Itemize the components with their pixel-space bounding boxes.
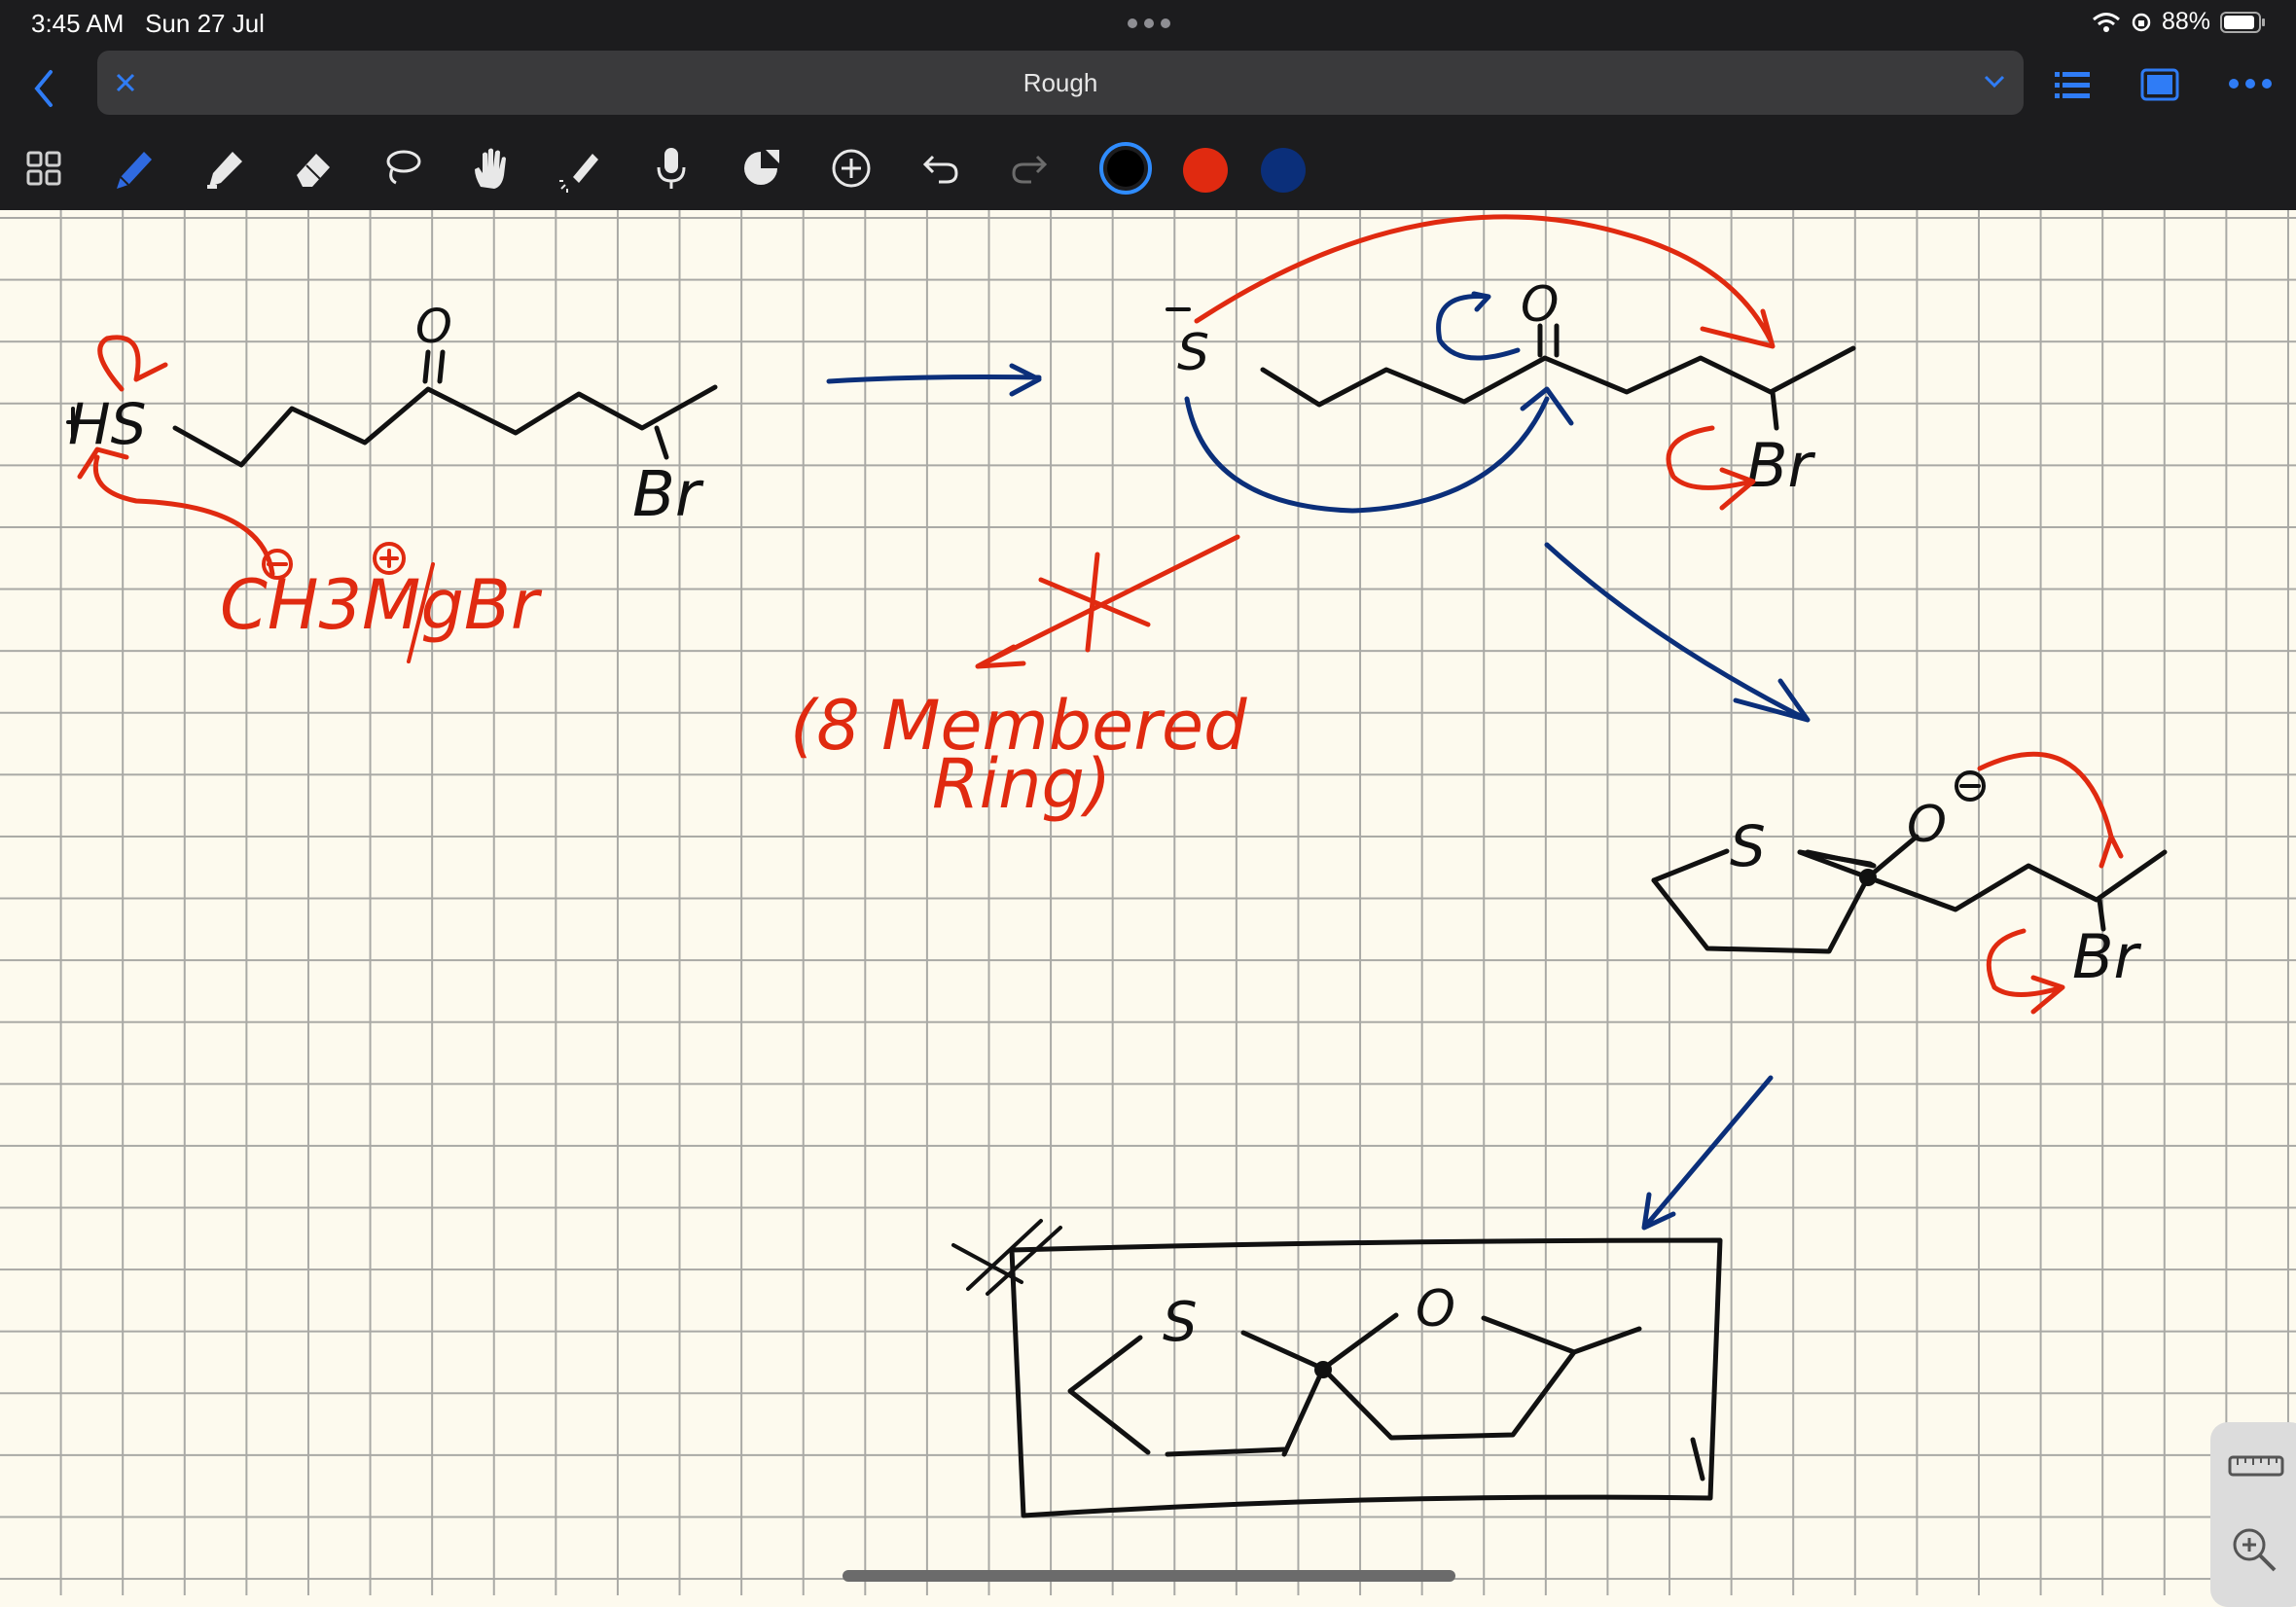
text-br1: Br [632,459,704,531]
text-reagent: CH3MgBr [220,565,543,645]
blue-arrows-molecule-2 [1184,291,1574,514]
add-icon[interactable] [827,144,876,193]
color-swatch-red[interactable] [1181,146,1230,195]
reaction-arrow-2 [1544,542,1811,723]
navigation-bar: Rough [0,49,2296,126]
text-o3: O [1907,796,1947,854]
reaction-arrow-1 [826,363,1042,397]
hand-icon[interactable] [467,144,516,193]
shapes-icon[interactable] [736,144,785,193]
text-s4: S [1163,1291,1198,1354]
color-swatch-black[interactable] [1098,141,1153,196]
text-br3: Br [2072,921,2142,992]
side-tool-panel [2210,1422,2296,1607]
molecule-thiolate [1166,307,1856,431]
molecule-thiol-bromoketone [66,349,718,468]
text-br2: Br [1746,430,1816,501]
crossed-out-arrow [975,534,1240,669]
wifi-icon [2092,12,2120,32]
lasso-icon[interactable] [378,144,427,193]
reaction-arrow-3 [1641,1075,1774,1231]
outline-list-icon[interactable] [2053,68,2092,103]
ruler-icon[interactable] [2228,1451,2284,1481]
color-black-fill [1107,150,1144,187]
boxed-product [951,1219,1723,1518]
text-hs: HS [68,391,146,457]
more-options-icon[interactable] [2228,78,2273,89]
text-note-line2: Ring) [932,744,1111,824]
color-swatch-navy[interactable] [1259,146,1308,195]
handwriting-ink-layer: HS O Br CH3MgBr S O Br (8 Membered Ring)… [66,214,2168,1518]
pen-icon[interactable] [109,144,158,193]
page-view-icon[interactable] [2140,68,2179,101]
status-bar: 3:45 AM Sun 27 Jul 88% [0,0,2296,49]
text-o1: O [415,300,452,354]
redo-icon[interactable] [1005,144,1054,193]
eraser-icon[interactable] [289,144,338,193]
chevron-down-icon[interactable] [1983,74,2006,89]
oxide-charge [1955,770,1986,802]
home-indicator[interactable] [843,1570,1455,1582]
undo-icon[interactable] [916,144,965,193]
battery-icon [2220,11,2265,33]
microphone-icon[interactable] [647,144,696,193]
drawing-toolbar [0,126,2296,210]
text-o2: O [1521,276,1559,333]
document-title-bar[interactable]: Rough [97,51,2024,115]
text-s2: S [1177,324,1209,382]
orientation-lock-icon [2132,13,2151,31]
carbon-dot-4 [1314,1361,1332,1378]
carbon-dot-3 [1859,869,1877,886]
zoom-icon[interactable] [2230,1525,2280,1576]
text-o4: O [1416,1280,1455,1339]
status-time: 3:45 AM Sun 27 Jul [31,9,265,38]
text-s3: S [1730,813,1766,879]
multitasking-dots-icon[interactable] [1127,18,1171,29]
grid-view-icon[interactable] [19,144,68,193]
battery-percent: 88% [2161,8,2210,35]
laser-pointer-icon[interactable] [557,144,606,193]
highlighter-icon[interactable] [199,144,248,193]
back-chevron-icon[interactable] [29,66,58,111]
document-title: Rough [1022,68,1098,97]
